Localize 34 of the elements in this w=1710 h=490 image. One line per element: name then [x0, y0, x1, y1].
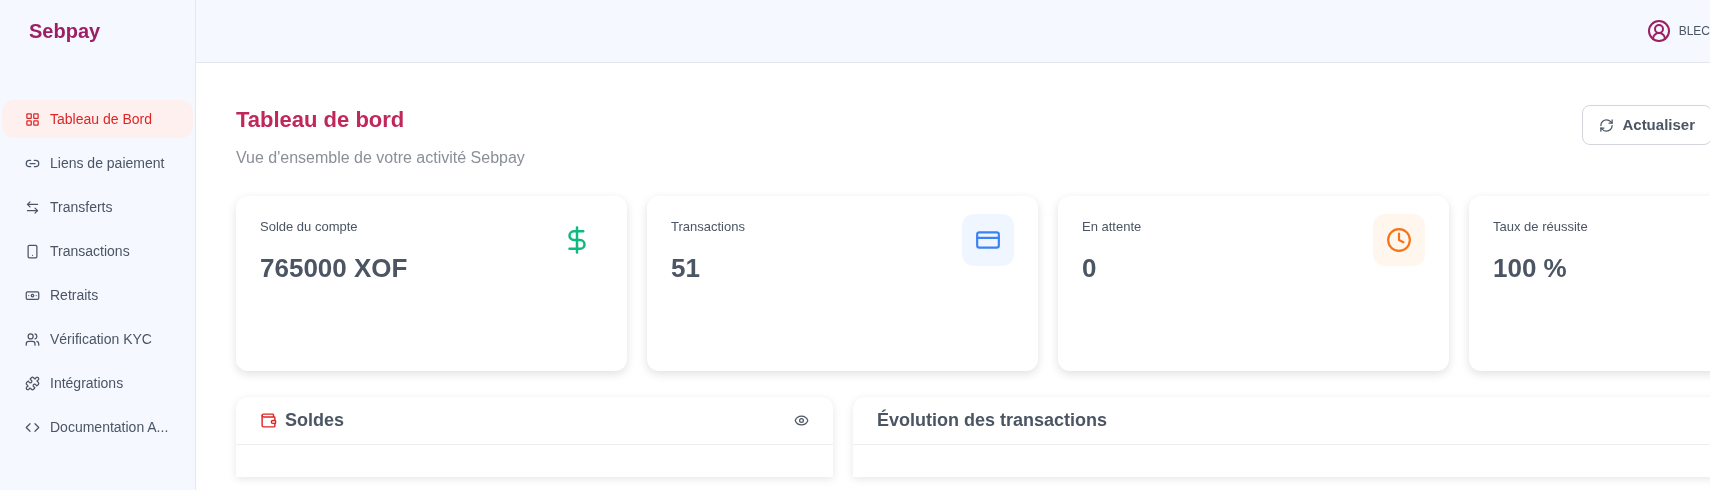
- arrows-icon: [25, 199, 40, 215]
- grid-icon: [25, 111, 40, 127]
- user-avatar-icon[interactable]: [1646, 19, 1671, 43]
- sidebar-item[interactable]: Liens de paiement: [2, 144, 193, 182]
- sidebar-item[interactable]: Transferts: [2, 188, 193, 226]
- stat-label: En attente: [1082, 218, 1142, 236]
- refresh-icon: [1599, 117, 1615, 133]
- sidebar-item[interactable]: Intégrations: [2, 364, 193, 402]
- stat-label: Transactions: [671, 218, 745, 236]
- sidebar-item[interactable]: Documentation A...: [2, 408, 193, 446]
- sidebar-item[interactable]: Tableau de Bord: [2, 100, 193, 138]
- page-subtitle: Vue d'ensemble de votre activité Sebpay: [236, 148, 525, 168]
- page-title: Tableau de bord: [236, 106, 406, 134]
- brand-logo[interactable]: Sebpay: [29, 16, 101, 46]
- eye-icon[interactable]: [794, 413, 809, 428]
- wallet-icon: [260, 412, 277, 429]
- sidebar-item[interactable]: Vérification KYC: [2, 320, 193, 358]
- card-icon: [962, 214, 1014, 266]
- stat-value: 765000 XOF: [260, 251, 408, 285]
- clock-icon: [1373, 214, 1425, 266]
- users-icon: [25, 331, 40, 347]
- stat-value: 51: [671, 251, 701, 285]
- phone-icon: [25, 243, 40, 259]
- panel-title: Soldes: [285, 409, 345, 432]
- stat-label: Taux de réussite: [1493, 218, 1588, 236]
- stat-value: 100 %: [1493, 251, 1568, 285]
- sidebar-item[interactable]: Transactions: [2, 232, 193, 270]
- puzzle-icon: [25, 375, 40, 391]
- user-name[interactable]: BLEC: [1678, 22, 1710, 40]
- refresh-button[interactable]: Actualiser: [1582, 105, 1710, 145]
- sidebar-item[interactable]: Retraits: [2, 276, 193, 314]
- stat-value: 0: [1082, 251, 1098, 285]
- panel-title: Évolution des transactions: [877, 408, 1108, 432]
- stat-label: Solde du compte: [260, 218, 359, 236]
